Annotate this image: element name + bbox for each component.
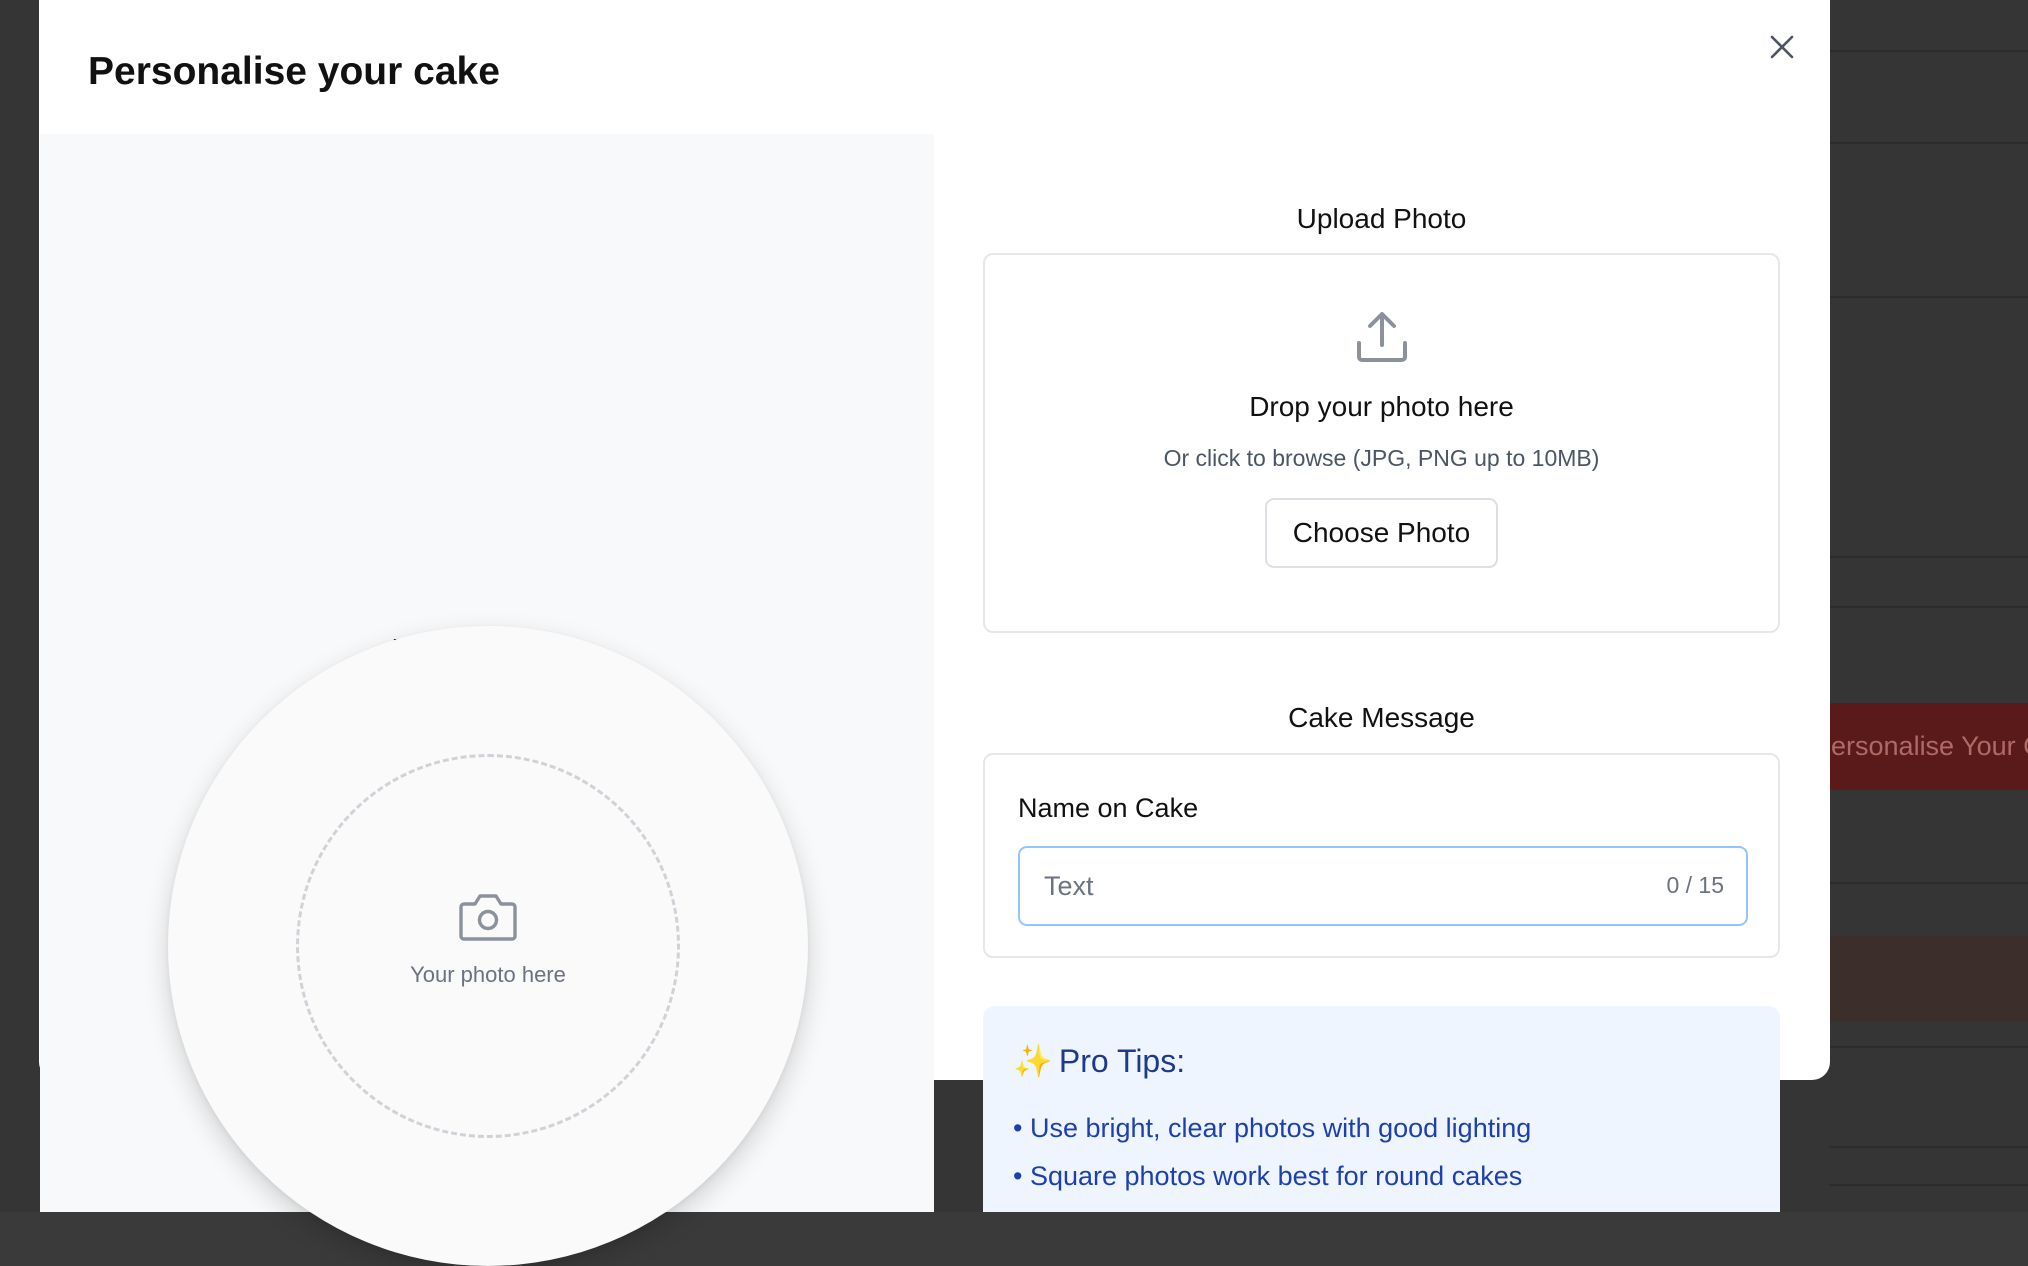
camera-icon	[459, 894, 517, 941]
background-personalise-button: Personalise Your Ca	[1813, 703, 2028, 790]
background-divider	[1829, 556, 2028, 558]
name-on-cake-input[interactable]	[1044, 848, 1604, 924]
cake-plate-preview: Your photo here	[168, 626, 808, 1266]
cake-message-card: Name on Cake 0 / 15	[983, 753, 1780, 958]
modal-title: Personalise your cake	[88, 50, 500, 93]
upload-photo-heading: Upload Photo	[1296, 203, 1467, 234]
photo-drop-zone[interactable]: Drop your photo here Or click to browse …	[983, 253, 1780, 633]
background-divider	[1829, 142, 2028, 144]
close-button[interactable]	[1761, 26, 1803, 68]
upload-icon	[1356, 312, 1407, 362]
background-personalise-label: Personalise Your Ca	[1813, 731, 2028, 761]
drop-zone-title: Drop your photo here	[1249, 391, 1514, 422]
background-divider	[1829, 1146, 2028, 1148]
pro-tips-title: ✨ Pro Tips:	[1013, 1042, 1185, 1080]
background-divider	[1829, 606, 2028, 608]
pro-tips-title-text: Pro Tips:	[1058, 1043, 1186, 1079]
pro-tip-item: • Square photos work best for round cake…	[1013, 1161, 1523, 1191]
background-divider	[1829, 50, 2028, 52]
cake-preview-panel: iew Your photo here	[40, 134, 934, 1266]
pro-tips-list: • Use bright, clear photos with good lig…	[1013, 1104, 1531, 1212]
photo-placeholder-text: Your photo here	[410, 962, 566, 987]
pro-tip-item: • Avoid group photos with many people	[1013, 1200, 1531, 1212]
pro-tip-item: • Use bright, clear photos with good lig…	[1013, 1113, 1532, 1143]
background-divider	[1829, 296, 2028, 298]
name-on-cake-label: Name on Cake	[1018, 793, 1199, 823]
name-on-cake-field[interactable]: 0 / 15	[1018, 846, 1748, 926]
choose-photo-button[interactable]: Choose Photo	[1264, 498, 1499, 568]
background-divider	[1829, 1184, 2028, 1186]
character-counter: 0 / 15	[1666, 872, 1724, 898]
close-icon	[1770, 35, 1794, 59]
photo-placeholder[interactable]: Your photo here	[296, 754, 680, 1138]
background-dark-bar	[1829, 936, 2028, 1022]
background-divider	[1829, 882, 2028, 884]
background-divider	[1829, 1046, 2028, 1048]
drop-zone-subtitle: Or click to browse (JPG, PNG up to 10MB)	[1163, 445, 1600, 471]
cake-message-heading: Cake Message	[1288, 702, 1475, 733]
pro-tips-card: ✨ Pro Tips: • Use bright, clear photos wi…	[983, 1006, 1780, 1212]
sparkles-icon: ✨	[1013, 1043, 1053, 1079]
